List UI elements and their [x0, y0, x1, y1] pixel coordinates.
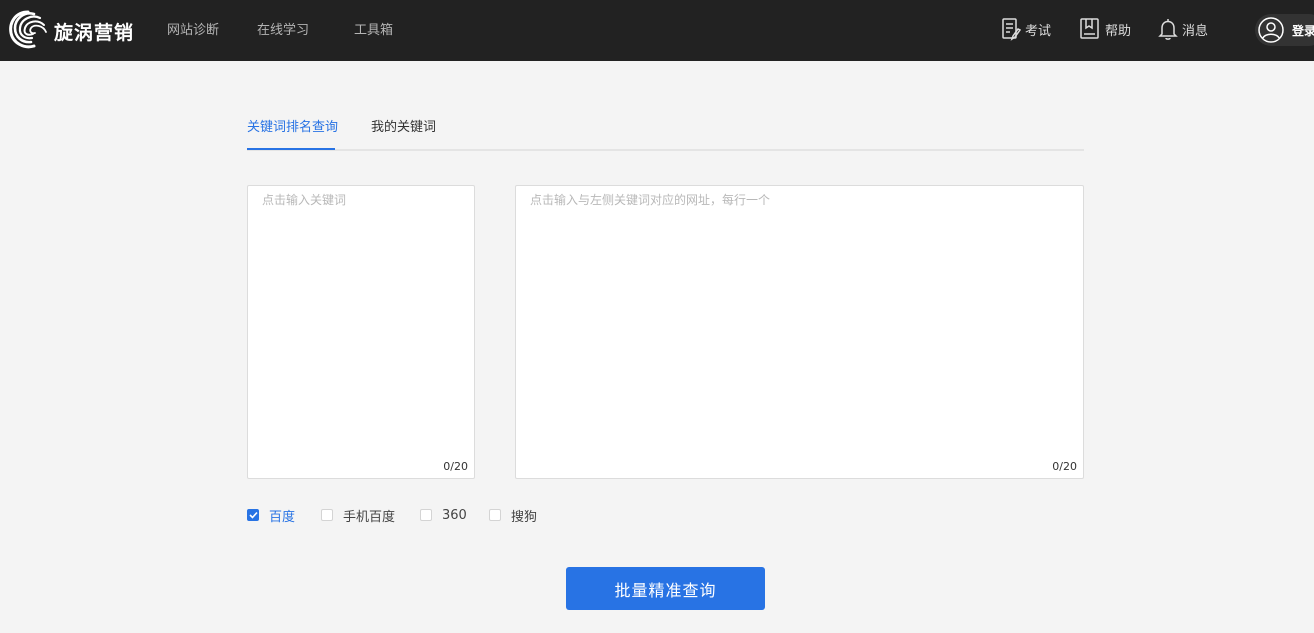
urls-input[interactable]	[516, 186, 1083, 478]
exam-icon	[1002, 18, 1021, 41]
bell-icon	[1158, 19, 1178, 40]
baidu-checkbox[interactable]	[247, 509, 259, 521]
messages-link[interactable]: 消息	[1158, 16, 1208, 42]
checkmark-icon	[248, 511, 258, 519]
engine-option-baidu[interactable]: 百度	[247, 507, 296, 525]
engine-option-360[interactable]: 360	[420, 507, 467, 523]
tab-keyword-rank-query[interactable]: 关键词排名查询	[247, 116, 338, 135]
sogou-label: 搜狗	[511, 509, 538, 525]
help-label: 帮助	[1105, 23, 1132, 39]
login-button[interactable]: 登录	[1255, 14, 1314, 46]
engine-360-checkbox[interactable]	[420, 509, 432, 521]
swirl-logo-icon	[9, 10, 47, 49]
login-label: 登录	[1292, 23, 1314, 38]
tab-bar: 关键词排名查询 我的关键词	[247, 108, 1084, 151]
nav-item-online-learning[interactable]: 在线学习	[257, 19, 309, 38]
user-avatar-icon	[1258, 17, 1284, 43]
help-book-icon	[1080, 18, 1099, 39]
engine-360-label: 360	[442, 507, 467, 523]
exam-link[interactable]: 考试	[1001, 16, 1051, 42]
exam-label: 考试	[1025, 23, 1052, 39]
urls-box: 0/20	[515, 185, 1084, 479]
engine-option-sogou[interactable]: 搜狗	[489, 507, 538, 525]
keywords-input[interactable]	[248, 186, 474, 478]
keywords-box: 0/20	[247, 185, 475, 479]
tab-my-keywords[interactable]: 我的关键词	[371, 116, 436, 135]
urls-counter: 0/20	[1052, 460, 1077, 473]
brand-name: 旋涡营销	[54, 21, 135, 44]
mobile-baidu-checkbox[interactable]	[321, 509, 333, 521]
batch-query-button[interactable]: 批量精准查询	[566, 567, 765, 610]
keywords-counter: 0/20	[443, 460, 468, 473]
nav-item-toolbox[interactable]: 工具箱	[354, 19, 393, 38]
mobile-baidu-label: 手机百度	[343, 509, 396, 525]
help-link[interactable]: 帮助	[1079, 16, 1131, 42]
engine-option-mobile-baidu[interactable]: 手机百度	[321, 507, 396, 525]
sogou-checkbox[interactable]	[489, 509, 501, 521]
top-navigation-bar: 旋涡营销 网站诊断 在线学习 工具箱 考试 帮助 消息 登录	[0, 0, 1314, 61]
baidu-label: 百度	[269, 509, 296, 525]
active-tab-indicator	[247, 148, 335, 150]
brand-logo[interactable]: 旋涡营销	[6, 8, 134, 52]
nav-item-site-diagnosis[interactable]: 网站诊断	[167, 19, 219, 38]
messages-label: 消息	[1182, 23, 1209, 39]
